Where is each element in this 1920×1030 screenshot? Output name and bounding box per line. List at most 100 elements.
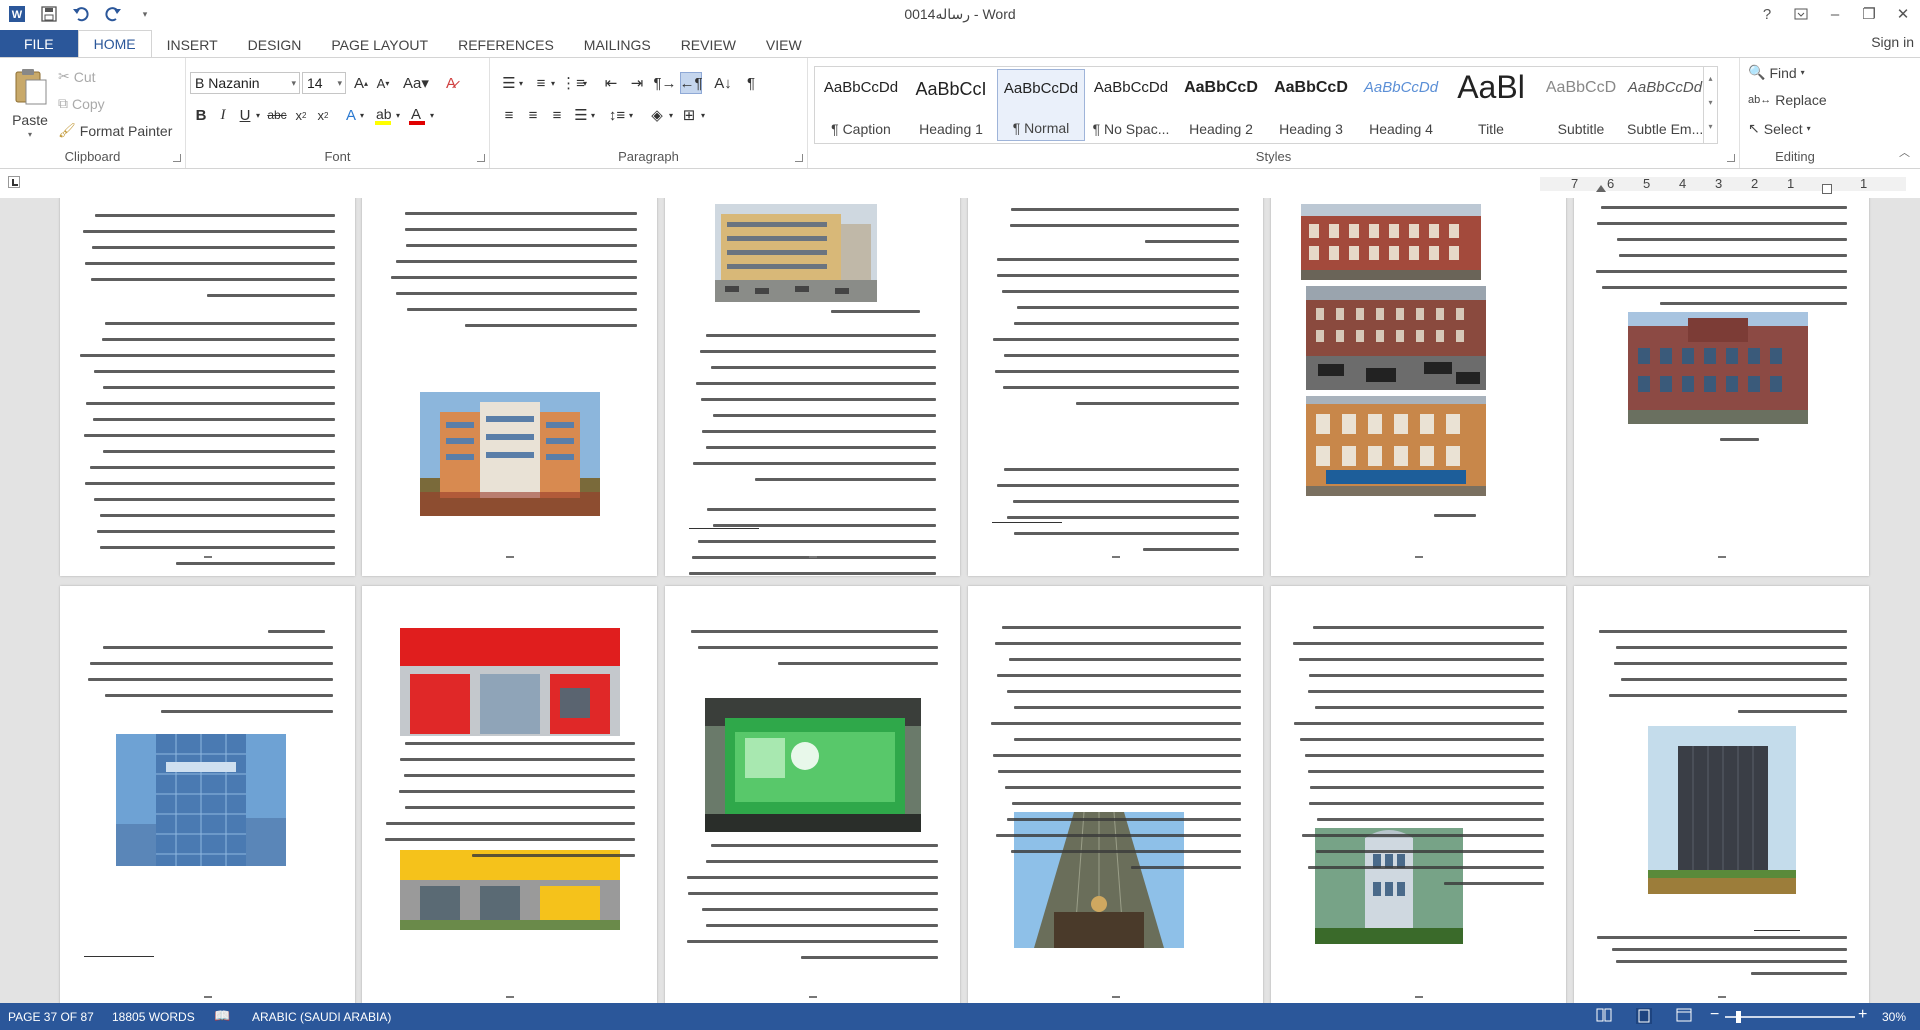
language-indicator[interactable]: ARABIC (SAUDI ARABIA): [252, 1010, 391, 1024]
font-color-icon[interactable]: A: [406, 104, 428, 126]
print-layout-icon[interactable]: [1636, 1008, 1652, 1027]
document-page[interactable]: [1271, 198, 1566, 576]
align-center-icon[interactable]: ≡: [522, 104, 544, 126]
align-right-icon[interactable]: ≡: [546, 104, 568, 126]
style-no-spacing[interactable]: AaBbCcDd ¶ No Spac...: [1087, 69, 1175, 141]
align-left-icon[interactable]: ≡: [498, 104, 520, 126]
document-page[interactable]: [665, 198, 960, 576]
find-button[interactable]: 🔍 Find ▾: [1748, 64, 1805, 81]
tab-design[interactable]: DESIGN: [233, 32, 317, 58]
text-effects-dropdown-icon[interactable]: ▾: [356, 104, 368, 126]
document-canvas[interactable]: [0, 198, 1920, 1003]
ribbon-display-options-icon[interactable]: [1784, 0, 1818, 28]
paste-dropdown-icon[interactable]: ▾: [8, 130, 52, 139]
change-case-icon[interactable]: Aa▾: [400, 72, 432, 94]
tab-insert[interactable]: INSERT: [152, 32, 233, 58]
shading-dropdown-icon[interactable]: ▾: [666, 104, 676, 126]
style-title[interactable]: AaBl Title: [1447, 69, 1535, 141]
collapse-ribbon-icon[interactable]: ︿: [1899, 144, 1910, 160]
styles-launcher-icon[interactable]: [1727, 154, 1735, 162]
restore-button[interactable]: ❐: [1852, 0, 1886, 28]
style-subtitle[interactable]: AaBbCcD Subtitle: [1537, 69, 1625, 141]
gallery-scroll-down-icon[interactable]: ▾: [1704, 91, 1717, 115]
style-caption[interactable]: AaBbCcDd ¶ Caption: [817, 69, 905, 141]
font-color-dropdown-icon[interactable]: ▾: [426, 104, 438, 126]
clipboard-launcher-icon[interactable]: [173, 154, 181, 162]
line-spacing-icon[interactable]: ↕≡: [606, 104, 628, 126]
indent-marker-icon[interactable]: [1596, 185, 1606, 192]
format-painter-button[interactable]: 🖌 Format Painter: [58, 122, 172, 139]
read-mode-icon[interactable]: [1596, 1008, 1612, 1025]
document-page[interactable]: [60, 586, 355, 1003]
style-normal[interactable]: AaBbCcDd ¶ Normal: [997, 69, 1085, 141]
show-formatting-marks-icon[interactable]: ¶: [740, 72, 762, 94]
zoom-in-icon[interactable]: +: [1858, 1006, 1867, 1024]
shading-icon[interactable]: ◈: [646, 104, 668, 126]
gallery-more-icon[interactable]: ▾: [1704, 115, 1717, 139]
borders-dropdown-icon[interactable]: ▾: [698, 104, 708, 126]
superscript-icon[interactable]: x2: [312, 104, 334, 126]
multilevel-dropdown-icon[interactable]: ▾: [580, 72, 590, 94]
zoom-slider-thumb[interactable]: [1736, 1011, 1741, 1023]
page-count[interactable]: PAGE 37 OF 87: [8, 1010, 94, 1024]
copy-button[interactable]: ⧉ Copy: [58, 95, 105, 112]
document-page[interactable]: [60, 198, 355, 576]
bullets-dropdown-icon[interactable]: ▾: [516, 72, 526, 94]
style-heading-1[interactable]: AaBbCcI Heading 1: [907, 69, 995, 141]
shrink-font-icon[interactable]: A ▾: [372, 72, 394, 94]
tab-file[interactable]: FILE: [0, 30, 78, 58]
underline-dropdown-icon[interactable]: ▾: [252, 104, 264, 126]
minimize-button[interactable]: –: [1818, 0, 1852, 28]
font-size-dropdown-icon[interactable]: ▾: [337, 73, 342, 93]
document-page[interactable]: [968, 198, 1263, 576]
borders-icon[interactable]: ⊞: [678, 104, 700, 126]
document-page[interactable]: [968, 586, 1263, 1003]
tab-mailings[interactable]: MAILINGS: [569, 32, 666, 58]
gallery-scroll-up-icon[interactable]: ▴: [1704, 67, 1717, 91]
document-page[interactable]: [1271, 586, 1566, 1003]
font-name-box[interactable]: B Nazanin ▾: [190, 72, 300, 94]
grow-font-icon[interactable]: A ▴: [350, 72, 372, 94]
paragraph-launcher-icon[interactable]: [795, 154, 803, 162]
tab-review[interactable]: REVIEW: [666, 32, 751, 58]
tab-view[interactable]: VIEW: [751, 32, 817, 58]
font-size-box[interactable]: 14 ▾: [302, 72, 346, 94]
document-page[interactable]: [1574, 586, 1869, 1003]
font-launcher-icon[interactable]: [477, 154, 485, 162]
ltr-direction-icon[interactable]: ¶→: [653, 72, 676, 94]
style-heading-2[interactable]: AaBbCcD Heading 2: [1177, 69, 1265, 141]
style-subtle-emphasis[interactable]: AaBbCcDd Subtle Em...: [1627, 69, 1703, 141]
zoom-out-icon[interactable]: −: [1710, 1006, 1719, 1024]
document-page[interactable]: [665, 586, 960, 1003]
font-name-dropdown-icon[interactable]: ▾: [291, 73, 296, 93]
right-indent-marker-icon[interactable]: [1822, 184, 1832, 194]
sort-icon[interactable]: A↓: [712, 72, 734, 94]
close-button[interactable]: ✕: [1886, 0, 1920, 28]
paste-button[interactable]: Paste ▾: [8, 66, 52, 139]
select-button[interactable]: ↖ Select ▾: [1748, 120, 1811, 137]
document-page[interactable]: [362, 198, 657, 576]
find-dropdown-icon[interactable]: ▾: [1801, 68, 1805, 77]
sign-in-link[interactable]: Sign in: [1871, 34, 1914, 50]
ruler-strip[interactable]: [1540, 177, 1906, 191]
highlight-icon[interactable]: ab: [372, 104, 394, 126]
select-dropdown-icon[interactable]: ▾: [1807, 124, 1811, 133]
style-heading-3[interactable]: AaBbCcD Heading 3: [1267, 69, 1355, 141]
bold-icon[interactable]: B: [190, 104, 212, 126]
italic-icon[interactable]: I: [212, 104, 234, 126]
justify-dropdown-icon[interactable]: ▾: [588, 104, 598, 126]
clear-formatting-icon[interactable]: A̷: [440, 72, 462, 94]
word-count[interactable]: 18805 WORDS: [112, 1010, 195, 1024]
help-button[interactable]: ?: [1750, 0, 1784, 28]
numbering-dropdown-icon[interactable]: ▾: [548, 72, 558, 94]
tab-page-layout[interactable]: PAGE LAYOUT: [316, 32, 443, 58]
proofing-icon[interactable]: 📖: [214, 1008, 230, 1024]
style-heading-4[interactable]: AaBbCcDd Heading 4: [1357, 69, 1445, 141]
zoom-level[interactable]: 30%: [1882, 1010, 1906, 1024]
strikethrough-icon[interactable]: abc: [266, 104, 288, 126]
tab-references[interactable]: REFERENCES: [443, 32, 569, 58]
tab-home[interactable]: HOME: [77, 30, 152, 58]
replace-button[interactable]: ab↔ Replace: [1748, 92, 1827, 108]
subscript-icon[interactable]: x2: [290, 104, 312, 126]
document-page[interactable]: [1574, 198, 1869, 576]
